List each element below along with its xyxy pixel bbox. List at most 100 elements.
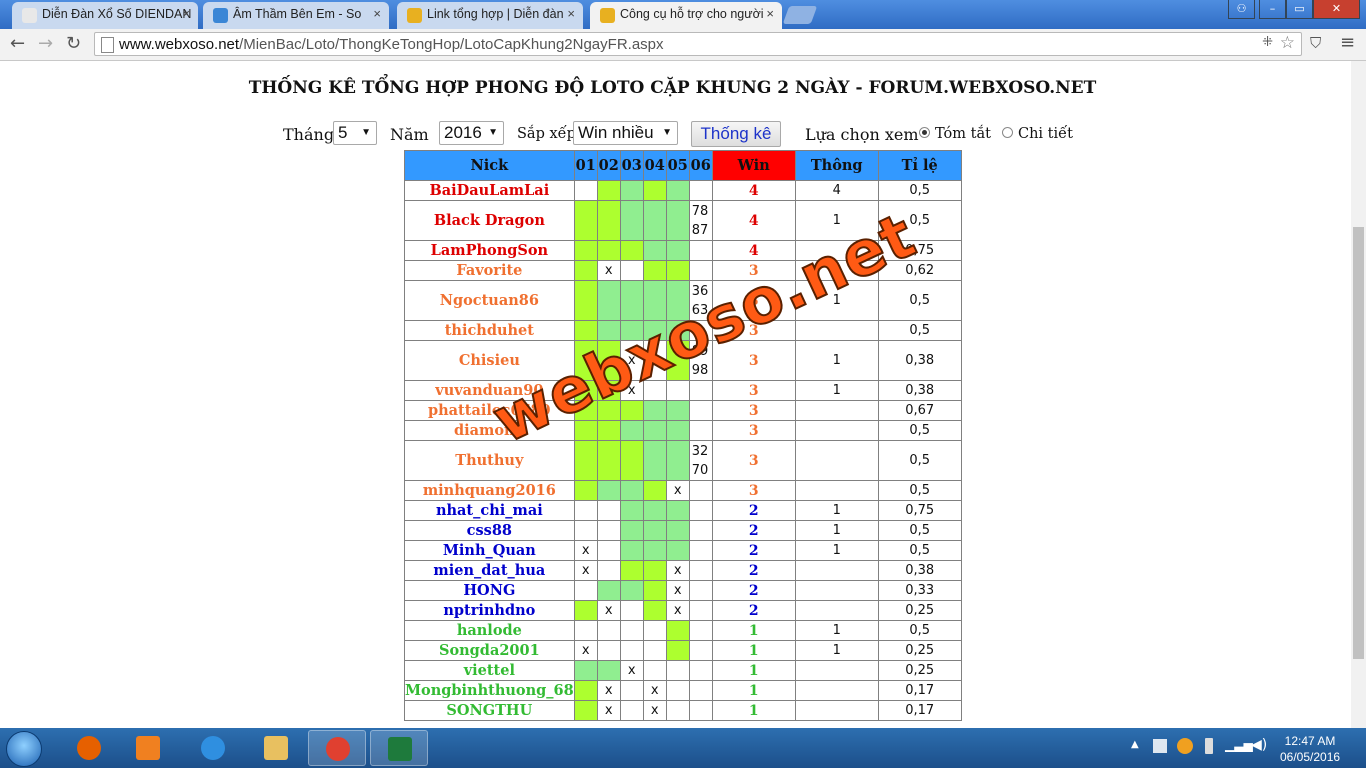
new-tab-button[interactable] [782, 6, 818, 24]
taskbar-button[interactable] [119, 730, 177, 766]
nick-cell[interactable]: LamPhongSon [404, 240, 575, 261]
day-cell-empty [619, 640, 644, 661]
browser-tab[interactable]: Âm Thầm Bên Em - So × [203, 2, 389, 29]
close-tab-icon[interactable]: × [567, 6, 575, 21]
close-tab-icon[interactable]: × [373, 6, 381, 21]
nick-cell[interactable]: css88 [404, 520, 575, 541]
radio-summary-label: Tóm tắt [935, 126, 991, 142]
nick-cell[interactable]: Chisieu [404, 340, 575, 381]
menu-icon[interactable]: ≡ [1340, 32, 1355, 53]
nick-cell[interactable]: Black Dragon [404, 200, 575, 241]
nick-cell[interactable]: BaiDauLamLai [404, 180, 575, 201]
volume-icon[interactable]: ◀) [1251, 737, 1267, 753]
signal-icon[interactable]: ▁▃▅ [1225, 738, 1253, 752]
nick-cell[interactable]: Thuthuy [404, 440, 575, 481]
back-icon[interactable]: ← [10, 33, 25, 54]
nick-cell[interactable]: hanlode [404, 620, 575, 641]
nick-cell[interactable]: viettel [404, 660, 575, 681]
day-cell-numbers: 78 87 [688, 200, 713, 241]
nick-cell[interactable]: Minh_Quan [404, 540, 575, 561]
thong-cell [794, 660, 879, 681]
day-cell-hit [665, 180, 690, 201]
sort-select[interactable]: Win nhiều ▼ [573, 121, 678, 145]
day-cell-hit [573, 480, 598, 501]
table-row: hanlode 1 1 0,5 [404, 620, 962, 641]
day-cell-hit [642, 260, 667, 281]
day-cell-miss: x [596, 600, 621, 621]
close-tab-icon[interactable]: × [766, 6, 774, 21]
nick-cell[interactable]: Ngoctuan86 [404, 280, 575, 321]
win-cell: 3 [711, 340, 796, 381]
thong-cell: 1 [794, 380, 879, 401]
nick-cell[interactable]: diamond [404, 420, 575, 441]
month-value: 5 [338, 123, 348, 142]
battery-icon[interactable] [1205, 738, 1213, 754]
clock-date: 06/05/2016 [1280, 750, 1341, 764]
reload-icon[interactable]: ↻ [66, 33, 81, 54]
taskbar-button[interactable] [60, 730, 118, 766]
table-row: diamond 3 0,5 [404, 420, 962, 441]
browser-tab[interactable]: Diễn Đàn Xổ Số DIENDAN × [12, 2, 198, 29]
taskbar-button[interactable] [308, 730, 366, 766]
translate-icon[interactable]: ⁜ [1262, 35, 1273, 50]
address-bar[interactable]: www.webxoso.net/MienBac/Loto/ThongKeTong… [94, 32, 1302, 56]
taskbar-button[interactable] [184, 730, 242, 766]
show-hidden-icons-icon[interactable]: ▲ [1131, 739, 1139, 750]
day-cell-miss: x [665, 580, 690, 601]
nick-cell[interactable]: SONGTHU [404, 700, 575, 721]
stats-table: Nick 01 02 03 04 05 06 Win Thông Tỉ lệ BaiDauLamL… [404, 150, 962, 721]
day-cell-empty [619, 700, 644, 721]
month-select[interactable]: 5 ▼ [333, 121, 377, 145]
day-cell-empty [596, 520, 621, 541]
nick-cell[interactable]: phattailoc6789 [404, 400, 575, 421]
forward-icon[interactable]: → [38, 33, 53, 54]
taskbar-button[interactable] [247, 730, 305, 766]
app-tray-icon[interactable] [1177, 738, 1193, 754]
bookmark-star-icon[interactable]: ☆ [1280, 33, 1295, 53]
day-cell-hit [573, 340, 598, 381]
excel-icon [388, 737, 412, 761]
close-tab-icon[interactable]: × [182, 6, 190, 21]
page-scrollbar[interactable] [1351, 61, 1366, 728]
day-cell-miss: x [665, 600, 690, 621]
nick-cell[interactable]: nptrinhdno [404, 600, 575, 621]
ratio-cell: 0,5 [877, 320, 962, 341]
minimize-button[interactable]: – [1259, 0, 1286, 19]
nick-cell[interactable]: mien_dat_hua [404, 560, 575, 581]
day-cell-hit [573, 700, 598, 721]
year-select[interactable]: 2016 ▼ [439, 121, 504, 145]
win-cell: 2 [711, 600, 796, 621]
browser-tab[interactable]: Công cụ hỗ trợ cho người × [590, 2, 782, 29]
submit-button[interactable]: Thống kê [691, 121, 781, 147]
nick-cell[interactable]: vuvanduan90 [404, 380, 575, 401]
nick-cell[interactable]: thichduhet [404, 320, 575, 341]
user-icon[interactable]: ⚇ [1228, 0, 1255, 19]
ratio-cell: 0,67 [877, 400, 962, 421]
taskbar-button[interactable] [370, 730, 428, 766]
shield-extension-icon[interactable]: ⛉ [1310, 34, 1321, 52]
radio-summary[interactable] [919, 127, 930, 138]
windows-icon[interactable] [1153, 739, 1167, 753]
maximize-button[interactable]: ▭ [1286, 0, 1313, 19]
win-cell: 2 [711, 520, 796, 541]
day-cell-hit [573, 440, 598, 481]
browser-tab[interactable]: Link tổng hợp | Diễn đàn × [397, 2, 583, 29]
nick-cell[interactable]: Favorite [404, 260, 575, 281]
thong-cell: 1 [794, 200, 879, 241]
day-cell-hit [573, 260, 598, 281]
scrollbar-thumb[interactable] [1353, 227, 1364, 659]
ratio-cell: 0,5 [877, 420, 962, 441]
ratio-cell: 0,38 [877, 560, 962, 581]
win-cell: 2 [711, 560, 796, 581]
start-button[interactable] [6, 731, 42, 767]
chevron-down-icon: ▼ [361, 127, 371, 138]
nick-cell[interactable]: minhquang2016 [404, 480, 575, 501]
day-cell-hit [596, 420, 621, 441]
radio-detail[interactable] [1002, 127, 1013, 138]
nick-cell[interactable]: nhat_chi_mai [404, 500, 575, 521]
nick-cell[interactable]: HONG [404, 580, 575, 601]
nick-cell[interactable]: Mongbinhthuong_68 [404, 680, 575, 701]
close-window-button[interactable]: ✕ [1313, 0, 1360, 19]
clock[interactable]: 12:47 AM 06/05/2016 [1280, 733, 1340, 765]
nick-cell[interactable]: Songda2001 [404, 640, 575, 661]
